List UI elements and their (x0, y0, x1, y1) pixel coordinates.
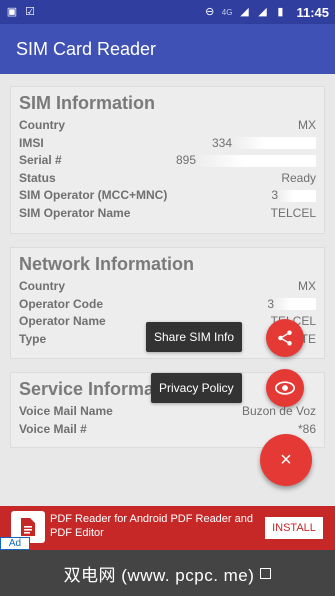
app-title: SIM Card Reader (16, 38, 157, 59)
ad-badge: Ad (0, 537, 30, 550)
status-bar: ▣ ☑ ⊖ 4G ◢ ◢ ▮ 11:45 (0, 0, 335, 24)
share-icon (278, 330, 292, 346)
info-row: SIM Operator (MCC+MNC) 3 (19, 187, 316, 205)
image-icon: ▣ (6, 6, 18, 18)
ad-text[interactable]: PDF Reader for Android PDF Reader and PD… (50, 512, 260, 540)
redacted-value (232, 137, 316, 150)
eye-icon (275, 381, 295, 395)
info-row: Serial #895 (19, 152, 316, 170)
info-row: Voice Mail Name Buzon de Voz (19, 404, 316, 418)
info-row: IMSI 334 (19, 135, 316, 153)
recents-icon[interactable] (260, 567, 272, 579)
do-not-disturb-icon: ⊖ (205, 6, 215, 18)
battery-icon: ▮ (277, 6, 284, 18)
info-row: Country MX (19, 279, 316, 293)
signal-icon: ◢ (258, 6, 267, 18)
close-icon: × (280, 448, 292, 471)
pdf-document-icon (21, 518, 35, 536)
share-button[interactable] (266, 319, 304, 357)
redacted-value (278, 189, 316, 202)
sim-info-card: SIM Information Country MX IMSI 334 Serial… (10, 86, 325, 234)
close-fab-button[interactable]: × (260, 434, 312, 486)
info-row: Voice Mail # *86 (19, 421, 316, 436)
info-row: SIM Operator Name TELCEL (19, 205, 316, 220)
clock: 11:45 (296, 4, 329, 20)
privacy-policy-label[interactable]: Privacy Policy (151, 373, 242, 403)
watermark-text: 双电网 (www. pcpc. me) (63, 565, 255, 585)
share-sim-info-label[interactable]: Share SIM Info (146, 322, 243, 352)
network-type: 4G (221, 7, 233, 17)
install-button[interactable]: INSTALL (265, 517, 323, 539)
checkbox-icon: ☑ (25, 6, 35, 18)
signal-icon: ◢ (240, 6, 249, 18)
network-info-title: Network Information (19, 254, 195, 274)
info-row: Operator Code 3 (19, 296, 316, 314)
sim-info-title: SIM Information (19, 93, 155, 113)
info-row: Status Ready (19, 170, 316, 185)
redacted-value (196, 154, 316, 167)
app-bar: SIM Card Reader (0, 24, 335, 74)
navigation-bar: 双电网 (www. pcpc. me) (0, 550, 335, 596)
privacy-button[interactable] (266, 369, 304, 407)
redacted-value (274, 298, 316, 311)
info-row: Country MX (19, 118, 316, 132)
